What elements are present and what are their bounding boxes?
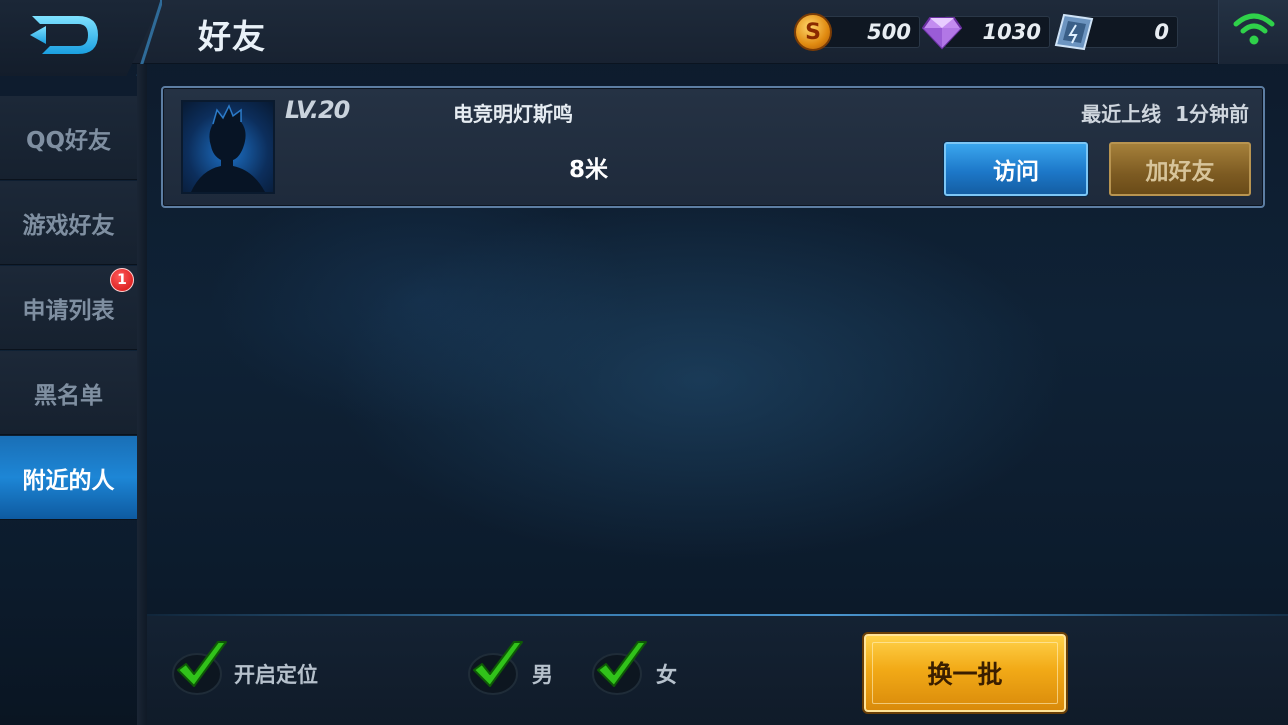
ticket-icon (1054, 13, 1094, 51)
player-level: LV.20 (285, 96, 350, 124)
wifi-icon (1233, 13, 1275, 45)
sidebar-item-requests[interactable]: 申请列表 1 (0, 266, 137, 350)
refresh-label: 换一批 (927, 660, 1003, 689)
location-checkbox[interactable] (170, 638, 230, 698)
last-online: 最近上线 1分钟前 (1081, 98, 1249, 127)
coin-counter: S 500 (794, 13, 920, 51)
page-title: 好友 (198, 17, 266, 56)
sidebar-item-label: 游戏好友 (22, 212, 115, 239)
last-online-label: 最近上线 (1081, 102, 1162, 126)
refresh-button[interactable]: 换一批 (864, 634, 1066, 712)
visit-button[interactable]: 访问 (944, 142, 1088, 196)
sidebar-item-nearby[interactable]: 附近的人 (0, 436, 137, 520)
location-label: 开启定位 (234, 663, 318, 687)
notification-badge: 1 (110, 268, 134, 292)
sidebar-item-label: 黑名单 (34, 382, 103, 409)
last-online-time: 1分钟前 (1175, 102, 1249, 126)
diamond-icon (922, 17, 962, 50)
male-checkbox[interactable] (466, 638, 526, 698)
network-status (1218, 0, 1288, 64)
male-label: 男 (532, 663, 553, 687)
add-friend-button[interactable]: 加好友 (1109, 142, 1251, 196)
player-name: 电竞明灯斯鸣 (453, 102, 573, 126)
sidebar-item-label: 附近的人 (22, 467, 115, 494)
diamond-counter: 1030 (922, 14, 1050, 50)
nearby-player-card: LV.20 电竞明灯斯鸣 8米 最近上线 1分钟前 访问 加好友 (161, 86, 1265, 208)
player-distance: 8米 (569, 157, 609, 183)
sidebar-item-label: QQ好友 (25, 127, 112, 154)
gold-coin-icon: S (794, 13, 832, 51)
sidebar-item-label: 申请列表 (22, 297, 115, 324)
back-arrow-icon (30, 16, 98, 54)
silhouette-icon (191, 104, 265, 192)
sidebar-item-blacklist[interactable]: 黑名单 (0, 351, 137, 435)
avatar[interactable] (181, 100, 275, 194)
sidebar-divider (137, 64, 147, 725)
sidebar-item-game-friends[interactable]: 游戏好友 (0, 181, 137, 265)
sidebar-item-qq-friends[interactable]: QQ好友 (0, 96, 137, 180)
female-label: 女 (656, 663, 677, 687)
female-checkbox[interactable] (590, 638, 650, 698)
bottom-divider (147, 614, 1288, 616)
ticket-counter: 0 (1054, 13, 1178, 51)
bottom-bar (147, 616, 1288, 725)
